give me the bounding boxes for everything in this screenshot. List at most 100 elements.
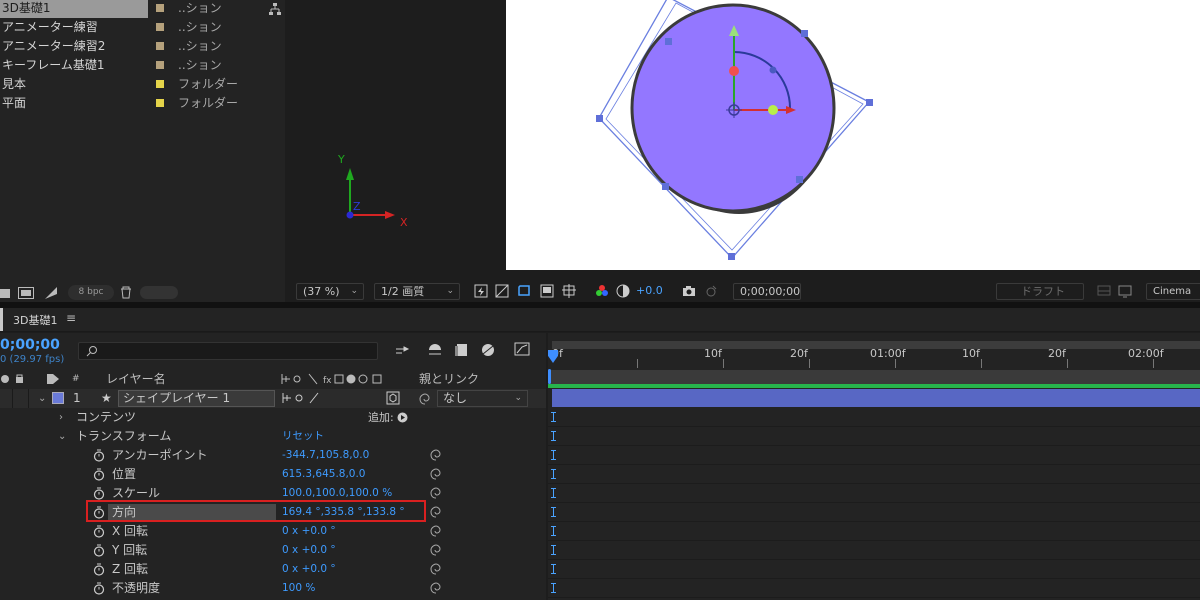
property-row[interactable]: アンカーポイント -344.7,105.8,0.0 — [0, 446, 546, 465]
project-item[interactable]: アニメーター練習2 ..ション — [0, 37, 270, 56]
snapshot-camera-icon[interactable] — [682, 284, 696, 298]
add-label[interactable]: 追加: — [368, 408, 394, 427]
resolution-dropdown[interactable]: 1/2 画質 ⌄ — [374, 283, 460, 300]
trash-icon[interactable] — [120, 286, 132, 299]
property-value[interactable]: 615.3,645.8,0.0 — [282, 465, 366, 484]
draft-3d-button[interactable]: ドラフト 3D — [996, 283, 1084, 313]
property-row[interactable]: Y 回転 0 x +0.0 ° — [0, 541, 546, 560]
expression-pickwhip-icon[interactable] — [430, 449, 442, 461]
expression-pickwhip-icon[interactable] — [430, 582, 442, 594]
contents-expand-chevron[interactable]: › — [59, 408, 63, 427]
property-value[interactable]: -344.7,105.8,0.0 — [282, 446, 369, 465]
column-parent-header[interactable]: 親とリンク — [419, 370, 479, 388]
property-row[interactable]: 不透明度 100 % — [0, 579, 546, 598]
property-value[interactable]: 100 % — [282, 579, 315, 598]
property-track[interactable] — [548, 484, 1200, 503]
expression-pickwhip-icon[interactable] — [430, 563, 442, 575]
draft-3d-toggle-icon[interactable] — [427, 342, 443, 358]
layer-label-color[interactable] — [52, 392, 64, 404]
shy-layers-icon[interactable] — [454, 342, 470, 358]
property-track[interactable] — [548, 522, 1200, 541]
property-track[interactable] — [548, 541, 1200, 560]
tab-menu-icon[interactable]: ≡ — [66, 311, 76, 325]
property-track[interactable] — [548, 427, 1200, 446]
exposure-value[interactable]: +0.0 — [636, 284, 663, 297]
show-snapshot-icon[interactable] — [704, 284, 718, 298]
timeline-timecode[interactable]: 0;00;00 — [0, 337, 60, 353]
layer-index: 1 — [73, 391, 81, 405]
layer-row[interactable]: ⌄ 1 ★ シェイプレイヤー 1 なし ⌄ — [0, 389, 546, 408]
expression-pickwhip-icon[interactable] — [430, 525, 442, 537]
property-row[interactable]: Z 回転 0 x +0.0 ° — [0, 560, 546, 579]
property-track[interactable] — [548, 503, 1200, 522]
interpret-footage-icon[interactable] — [44, 286, 58, 300]
shape-layer-graphic[interactable] — [506, 0, 1200, 270]
channel-icon[interactable] — [595, 284, 609, 298]
3d-ground-plane-icon[interactable] — [1097, 284, 1111, 298]
property-track[interactable] — [548, 560, 1200, 579]
zoom-dropdown[interactable]: (37 %) ⌄ — [296, 283, 364, 300]
3d-layer-switch-icon[interactable] — [386, 391, 400, 405]
folder-icon[interactable] — [0, 287, 10, 299]
layer-search-input[interactable] — [78, 342, 378, 360]
property-track[interactable] — [548, 465, 1200, 484]
contents-group-row[interactable]: › コンテンツ 追加: — [0, 408, 546, 427]
region-of-interest-icon[interactable] — [540, 284, 554, 298]
add-play-icon[interactable] — [397, 412, 408, 423]
exposure-reset-icon[interactable] — [616, 284, 630, 298]
property-value[interactable]: 0 x +0.0 ° — [282, 560, 336, 579]
frame-blending-icon[interactable] — [480, 342, 496, 358]
transform-expand-chevron[interactable]: ⌄ — [58, 427, 66, 446]
property-track[interactable] — [548, 408, 1200, 427]
property-track[interactable] — [548, 579, 1200, 598]
property-value[interactable]: 0 x +0.0 ° — [282, 522, 336, 541]
parent-dropdown[interactable]: なし ⌄ — [437, 390, 528, 407]
expression-pickwhip-icon[interactable] — [430, 468, 442, 480]
stopwatch-icon[interactable] — [93, 468, 105, 481]
composition-canvas[interactable] — [506, 0, 1200, 270]
layer-duration-bar[interactable] — [552, 389, 1200, 407]
reset-link[interactable]: リセット — [282, 427, 324, 446]
project-item[interactable]: 平面 フォルダー — [0, 94, 270, 113]
project-item[interactable]: 見本 フォルダー — [0, 75, 270, 94]
3d-view-icon[interactable] — [1118, 284, 1132, 298]
project-item[interactable]: 3D基礎1 ..ション — [0, 0, 270, 18]
time-ruler[interactable]: 0f10f20f01:00f10f20f02:00f10f — [548, 333, 1200, 370]
renderer-button[interactable]: Cinema 4D — [1146, 283, 1200, 312]
current-time-field[interactable]: 0;00;00;00 — [733, 283, 801, 300]
flowchart-icon[interactable] — [268, 2, 282, 16]
property-row[interactable]: 位置 615.3,645.8,0.0 — [0, 465, 546, 484]
expression-pickwhip-icon[interactable] — [430, 506, 442, 518]
transparency-grid-icon[interactable] — [495, 284, 509, 298]
stopwatch-icon[interactable] — [93, 563, 105, 576]
expression-pickwhip-icon[interactable] — [430, 487, 442, 499]
transform-group-row[interactable]: ⌄ トランスフォーム リセット — [0, 427, 546, 446]
layer-name-field[interactable]: シェイプレイヤー 1 — [118, 390, 275, 407]
comp-mini-flowchart-icon[interactable] — [395, 344, 411, 358]
fast-preview-icon[interactable] — [474, 284, 488, 298]
project-item[interactable]: キーフレーム基礎1 ..ション — [0, 56, 270, 75]
stopwatch-icon[interactable] — [93, 544, 105, 557]
stopwatch-icon[interactable] — [93, 487, 105, 500]
expression-pickwhip-icon[interactable] — [430, 544, 442, 556]
timeline-tab[interactable]: 3D基礎1 — [13, 312, 57, 328]
playhead-handle[interactable] — [548, 369, 551, 384]
property-row[interactable]: X 回転 0 x +0.0 ° — [0, 522, 546, 541]
stopwatch-icon[interactable] — [93, 582, 105, 595]
layer-expand-chevron[interactable]: ⌄ — [38, 389, 46, 408]
keyframe-indicator — [551, 564, 556, 574]
column-layer-name-header[interactable]: レイヤー名 — [106, 370, 166, 388]
project-item[interactable]: アニメーター練習 ..ション — [0, 18, 270, 37]
graph-editor-icon[interactable] — [514, 341, 530, 357]
stopwatch-icon[interactable] — [93, 525, 105, 538]
property-track[interactable] — [548, 446, 1200, 465]
layer-switches[interactable] — [282, 392, 322, 405]
pickwhip-icon[interactable] — [418, 392, 432, 405]
bit-depth-button[interactable]: 8 bpc — [68, 285, 114, 300]
mask-visibility-icon[interactable] — [517, 284, 531, 298]
property-value[interactable]: 0 x +0.0 ° — [282, 541, 336, 560]
grid-guides-icon[interactable] — [562, 284, 576, 298]
composition-icon[interactable] — [18, 287, 34, 299]
stopwatch-icon[interactable] — [93, 449, 105, 462]
thumbnail-slider[interactable] — [140, 286, 178, 299]
